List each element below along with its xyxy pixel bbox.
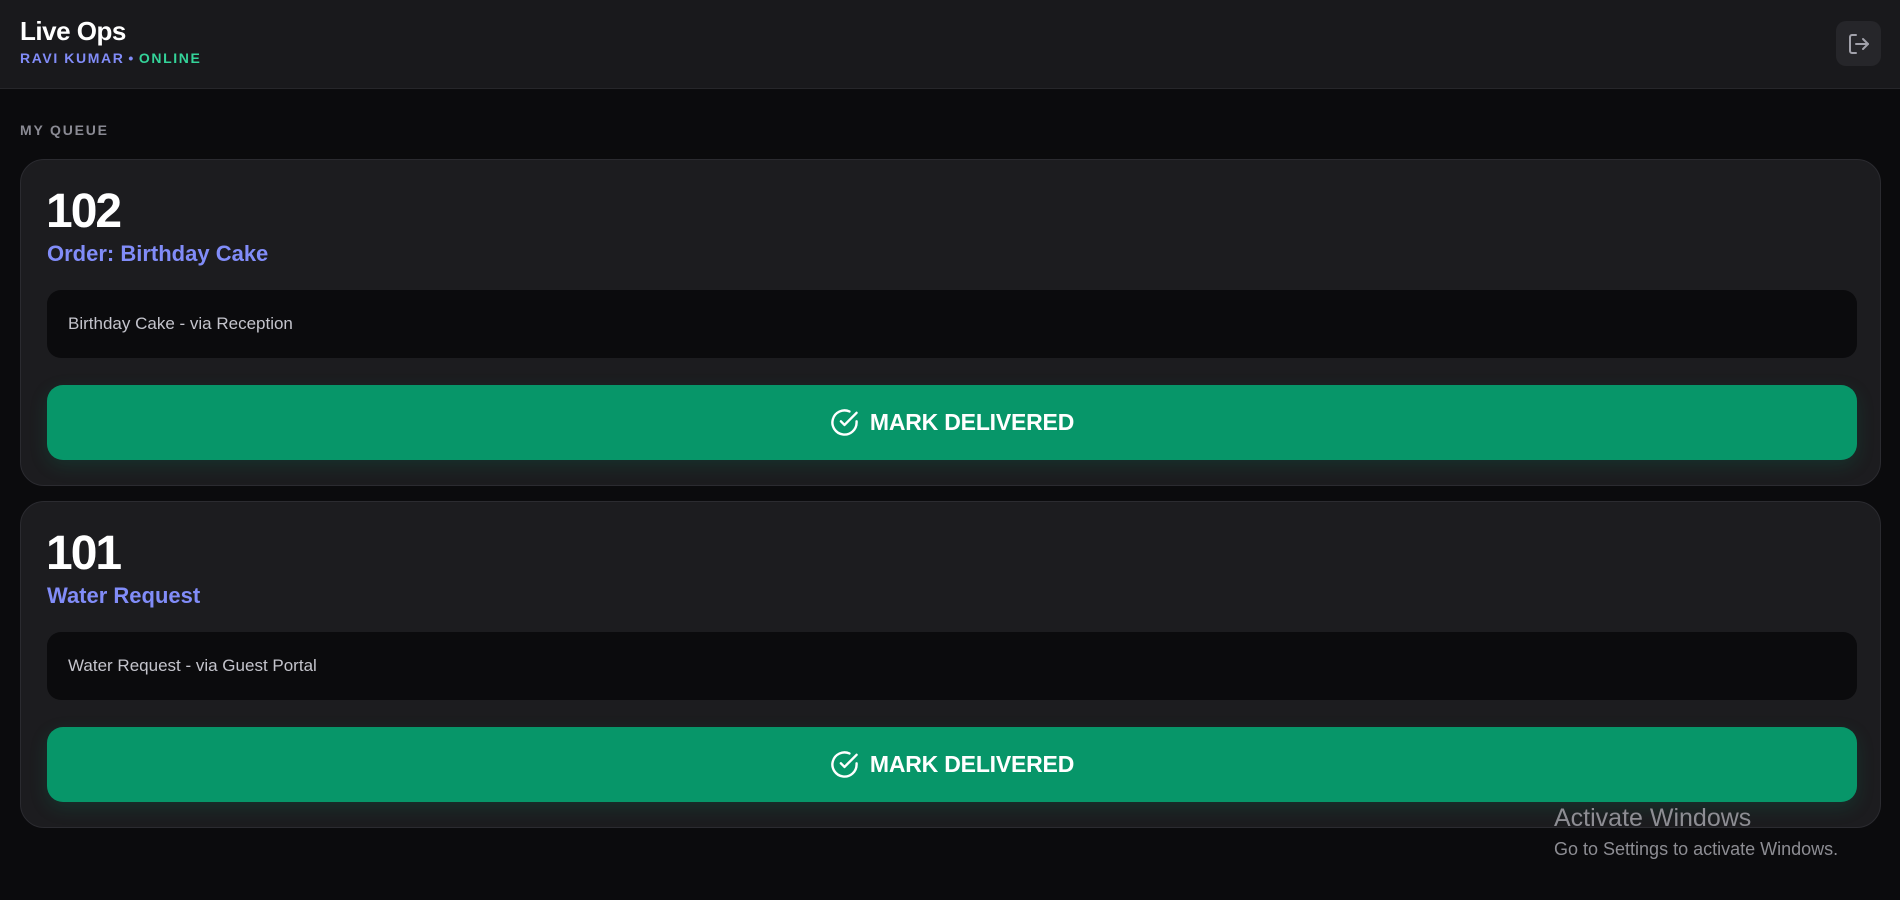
activation-watermark: Activate Windows Go to Settings to activ… [1554,804,1838,860]
mark-delivered-label: MARK DELIVERED [869,409,1075,435]
user-status-line: RAVI KUMAR • ONLINE [20,50,201,66]
user-name: RAVI KUMAR [20,50,125,66]
queue-section-label: MY QUEUE [20,122,109,138]
room-number: 102 [46,185,122,238]
check-circle-icon [831,751,858,778]
request-detail: Birthday Cake - via Reception [47,290,1857,358]
mark-delivered-button[interactable]: MARK DELIVERED [47,385,1857,460]
top-bar: Live Ops RAVI KUMAR • ONLINE [0,0,1900,89]
watermark-subtitle: Go to Settings to activate Windows. [1554,839,1839,859]
mark-delivered-button[interactable]: MARK DELIVERED [47,727,1857,802]
room-number: 101 [46,527,122,580]
separator-dot: • [128,50,135,66]
logout-button[interactable] [1836,21,1881,66]
request-detail: Water Request - via Guest Portal [47,632,1857,700]
request-title: Order: Birthday Cake [47,241,269,266]
mark-delivered-label: MARK DELIVERED [869,751,1075,777]
queue-card: 101 Water Request Water Request - via Gu… [20,501,1881,828]
online-status: ONLINE [138,50,202,66]
logout-icon [1848,33,1869,54]
check-circle-icon [831,409,858,436]
watermark-title: Activate Windows [1554,804,1752,832]
queue-card: 102 Order: Birthday Cake Birthday Cake -… [20,159,1881,486]
request-title: Water Request [47,583,201,608]
app-title: Live Ops [20,16,126,46]
